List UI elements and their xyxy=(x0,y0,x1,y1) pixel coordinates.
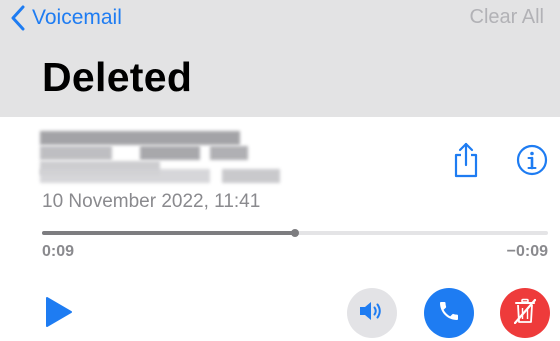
caller-number-blur-bar xyxy=(40,169,210,183)
phone-icon xyxy=(437,299,461,328)
playback-scrubber-thumb[interactable] xyxy=(291,229,299,237)
share-icon xyxy=(451,142,481,183)
info-button[interactable] xyxy=(514,142,550,182)
call-back-button[interactable] xyxy=(424,288,474,338)
chevron-left-icon xyxy=(10,3,30,33)
voicemail-date: 10 November 2022, 11:41 xyxy=(42,191,261,212)
play-button[interactable] xyxy=(44,296,74,328)
back-button-label: Voicemail xyxy=(32,6,122,29)
caller-name-blur-bar xyxy=(40,131,240,145)
play-icon xyxy=(44,297,74,332)
voicemail-detail-screen: Voicemail Clear All Deleted 10 November … xyxy=(0,0,560,341)
playback-scrubber[interactable] xyxy=(42,229,548,237)
clear-all-button[interactable]: Clear All xyxy=(470,6,544,29)
page-title: Deleted xyxy=(42,54,193,100)
caller-name-blur-bar xyxy=(40,146,112,160)
caller-name-blur-bar xyxy=(140,146,200,160)
speaker-button[interactable] xyxy=(347,288,397,338)
trash-icon xyxy=(513,298,537,329)
delete-button[interactable] xyxy=(500,288,550,338)
navigation-header: Voicemail Clear All Deleted xyxy=(0,0,560,117)
share-button[interactable] xyxy=(448,142,484,182)
back-button[interactable]: Voicemail xyxy=(10,3,122,33)
caller-number-blur-bar xyxy=(222,169,280,183)
playback-progress-fill xyxy=(42,231,295,235)
elapsed-time: 0:09 xyxy=(42,243,75,260)
remaining-time: −0:09 xyxy=(506,243,548,260)
caller-name-blur-bar xyxy=(210,146,248,160)
info-icon xyxy=(516,144,548,181)
speaker-icon xyxy=(358,299,386,328)
